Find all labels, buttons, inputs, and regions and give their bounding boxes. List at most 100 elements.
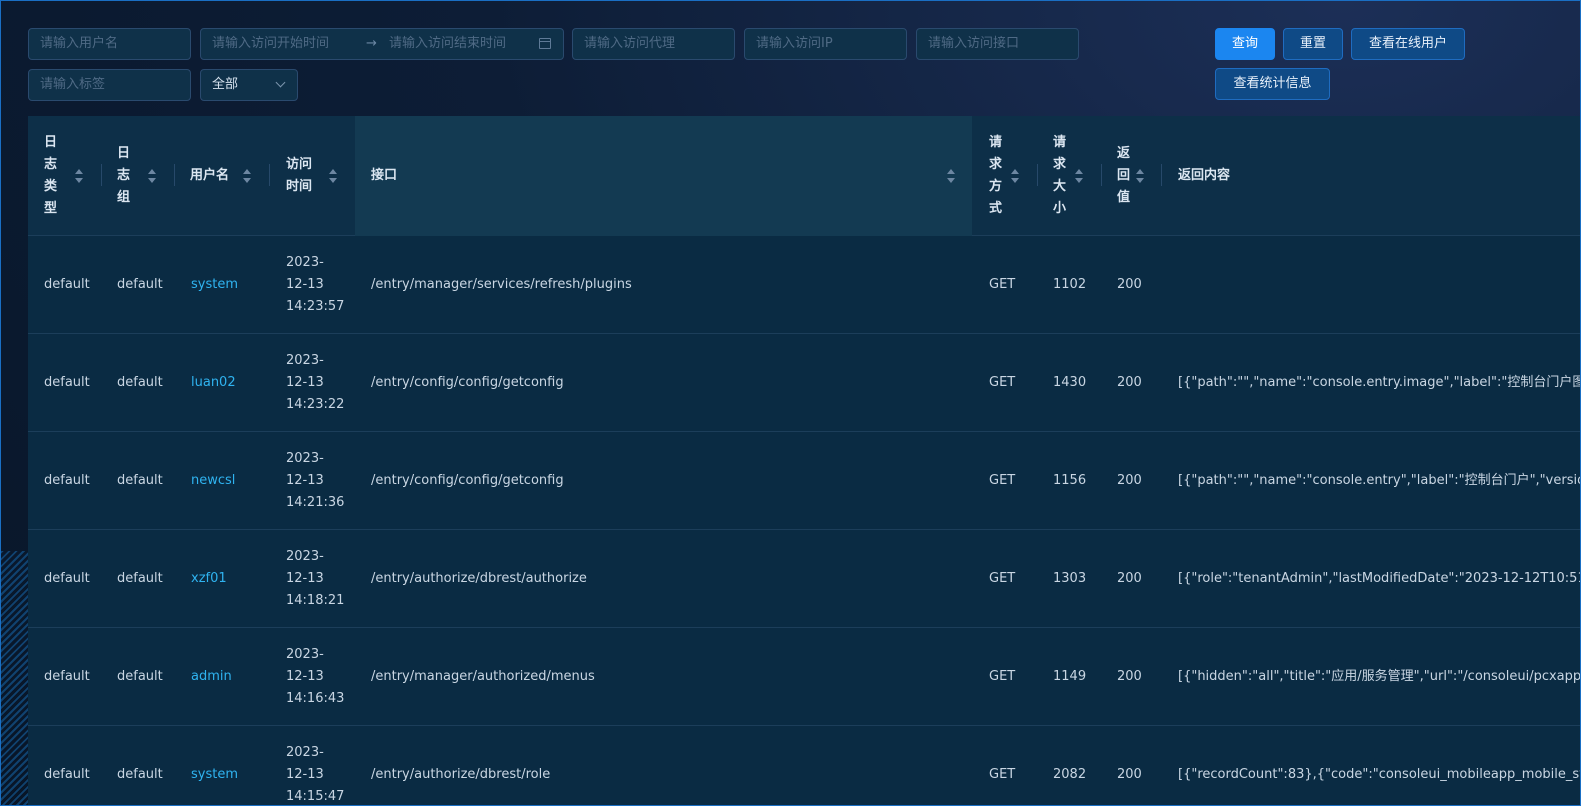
column-response[interactable]: 返回内容 [1178,116,1578,236]
cell-log-type: default [44,571,90,586]
column-label: 返回内容 [1178,168,1231,183]
cell-log-type: default [44,767,90,782]
cell-access-time: 2023- 12-13 14:15:47 [286,745,345,804]
cell-method: GET [989,571,1016,586]
sort-icon[interactable] [947,169,955,183]
sort-icon[interactable] [1011,169,1019,183]
column-label: 返 回 值 [1117,146,1131,205]
cell-return-code: 200 [1117,277,1142,292]
column-endpoint[interactable]: 接口 [355,116,972,236]
query-button[interactable]: 查询 [1215,28,1275,60]
column-label: 接口 [371,168,398,183]
cell-method: GET [989,375,1016,390]
cell-request-size: 2082 [1053,767,1087,782]
cell-username-link[interactable]: newcsl [191,432,235,530]
cell-return-code: 200 [1117,571,1142,586]
cell-return-code: 200 [1117,473,1142,488]
cell-access-time: 2023- 12-13 14:18:21 [286,549,345,608]
cell-log-group: default [117,375,163,390]
username-input[interactable]: 请输入用户名 [28,28,191,60]
cell-log-group: default [117,473,163,488]
cell-endpoint: /entry/manager/authorized/menus [371,669,595,684]
agent-input[interactable]: 请输入访问代理 [572,28,735,60]
cell-log-type: default [44,473,90,488]
decorative-pattern [1,551,29,805]
cell-request-size: 1303 [1053,571,1087,586]
cell-endpoint: /entry/manager/services/refresh/plugins [371,277,632,292]
time-range-picker[interactable]: 请输入访问开始时间 [200,28,564,60]
column-label: 日 志 类 型 [44,135,58,216]
table-row[interactable]: default default system 2023- 12-13 14:23… [28,236,1580,334]
column-access-time[interactable]: 访问 时间 [286,116,356,236]
sort-icon[interactable] [329,169,337,183]
cell-log-type: default [44,277,90,292]
reset-button[interactable]: 重置 [1283,28,1343,60]
cell-response [1178,236,1580,334]
column-log-type[interactable]: 日 志 类 型 [44,116,101,236]
cell-return-code: 200 [1117,767,1142,782]
cell-method: GET [989,277,1016,292]
table-row[interactable]: default default newcsl 2023- 12-13 14:21… [28,432,1581,530]
online-users-button[interactable]: 查看在线用户 [1351,28,1465,60]
column-label: 访问 时间 [286,157,313,194]
cell-log-group: default [117,767,163,782]
sort-icon[interactable] [148,169,156,183]
tag-input[interactable]: 请输入标签 [28,69,191,101]
column-log-group[interactable]: 日 志 组 [117,116,174,236]
end-time-input[interactable]: 请输入访问结束时间 [389,28,506,60]
cell-response: [{"hidden":"all","title":"应用/服务管理","url"… [1178,669,1581,684]
cell-request-size: 1149 [1053,669,1087,684]
cell-method: GET [989,473,1016,488]
stats-button[interactable]: 查看统计信息 [1215,68,1330,100]
endpoint-input[interactable]: 请输入访问接口 [916,28,1079,60]
table-row[interactable]: default default system 2023- 12-13 14:15… [28,726,1581,805]
cell-request-size: 1102 [1053,277,1087,292]
table-row[interactable]: default default luan02 2023- 12-13 14:23… [28,334,1580,432]
cell-response: [{"path":"","name":"console.entry","labe… [1178,473,1581,488]
column-label: 用户名 [190,168,230,183]
cell-method: GET [989,767,1016,782]
range-arrow-icon: → [366,36,377,51]
cell-return-code: 200 [1117,375,1142,390]
sort-icon[interactable] [1136,169,1144,183]
column-label: 请 求 大 小 [1053,135,1067,216]
table-row[interactable]: default default xzf01 2023- 12-13 14:18:… [28,530,1581,628]
column-label: 请 求 方 式 [989,135,1003,216]
cell-username-link[interactable]: system [191,726,238,805]
cell-log-type: default [44,669,90,684]
table-header: 日 志 类 型 日 志 组 用户名 访问 时间 接口 请 求 方 式 请 求 大… [28,116,1580,236]
cell-access-time: 2023- 12-13 14:23:57 [286,255,345,314]
cell-return-code: 200 [1117,669,1142,684]
cell-endpoint: /entry/authorize/dbrest/role [371,767,551,782]
app-frame: 请输入用户名 请输入访问开始时间 → 请输入访问结束时间 请输入访问代理 请输入… [0,0,1581,806]
cell-username-link[interactable]: xzf01 [191,530,227,628]
cell-method: GET [989,669,1016,684]
column-username[interactable]: 用户名 [190,116,270,236]
cell-access-time: 2023- 12-13 14:23:22 [286,353,345,412]
cell-endpoint: /entry/config/config/getconfig [371,375,564,390]
cell-access-time: 2023- 12-13 14:21:36 [286,451,345,510]
log-table: 日 志 类 型 日 志 组 用户名 访问 时间 接口 请 求 方 式 请 求 大… [28,116,1581,805]
cell-access-time: 2023- 12-13 14:16:43 [286,647,345,706]
table-row[interactable]: default default admin 2023- 12-13 14:16:… [28,628,1581,726]
ip-input[interactable]: 请输入访问IP [744,28,907,60]
type-select[interactable]: 全部 [200,69,298,101]
calendar-icon[interactable] [539,38,551,49]
cell-log-type: default [44,375,90,390]
column-label: 日 志 组 [117,146,131,205]
cell-request-size: 1430 [1053,375,1087,390]
cell-endpoint: /entry/config/config/getconfig [371,473,564,488]
cell-username-link[interactable]: admin [191,628,232,726]
sort-icon[interactable] [243,169,251,183]
cell-username-link[interactable]: system [191,236,238,334]
type-select-value: 全部 [212,77,239,92]
sort-icon[interactable] [1075,169,1083,183]
cell-log-group: default [117,669,163,684]
cell-endpoint: /entry/authorize/dbrest/authorize [371,571,587,586]
cell-username-link[interactable]: luan02 [191,334,236,432]
cell-response: [{"recordCount":83},{"code":"consoleui_m… [1178,767,1581,782]
cell-log-group: default [117,277,163,292]
sort-icon[interactable] [75,169,83,183]
start-time-input[interactable]: 请输入访问开始时间 [212,36,329,51]
cell-response: [{"role":"tenantAdmin","lastModifiedDate… [1178,571,1581,586]
